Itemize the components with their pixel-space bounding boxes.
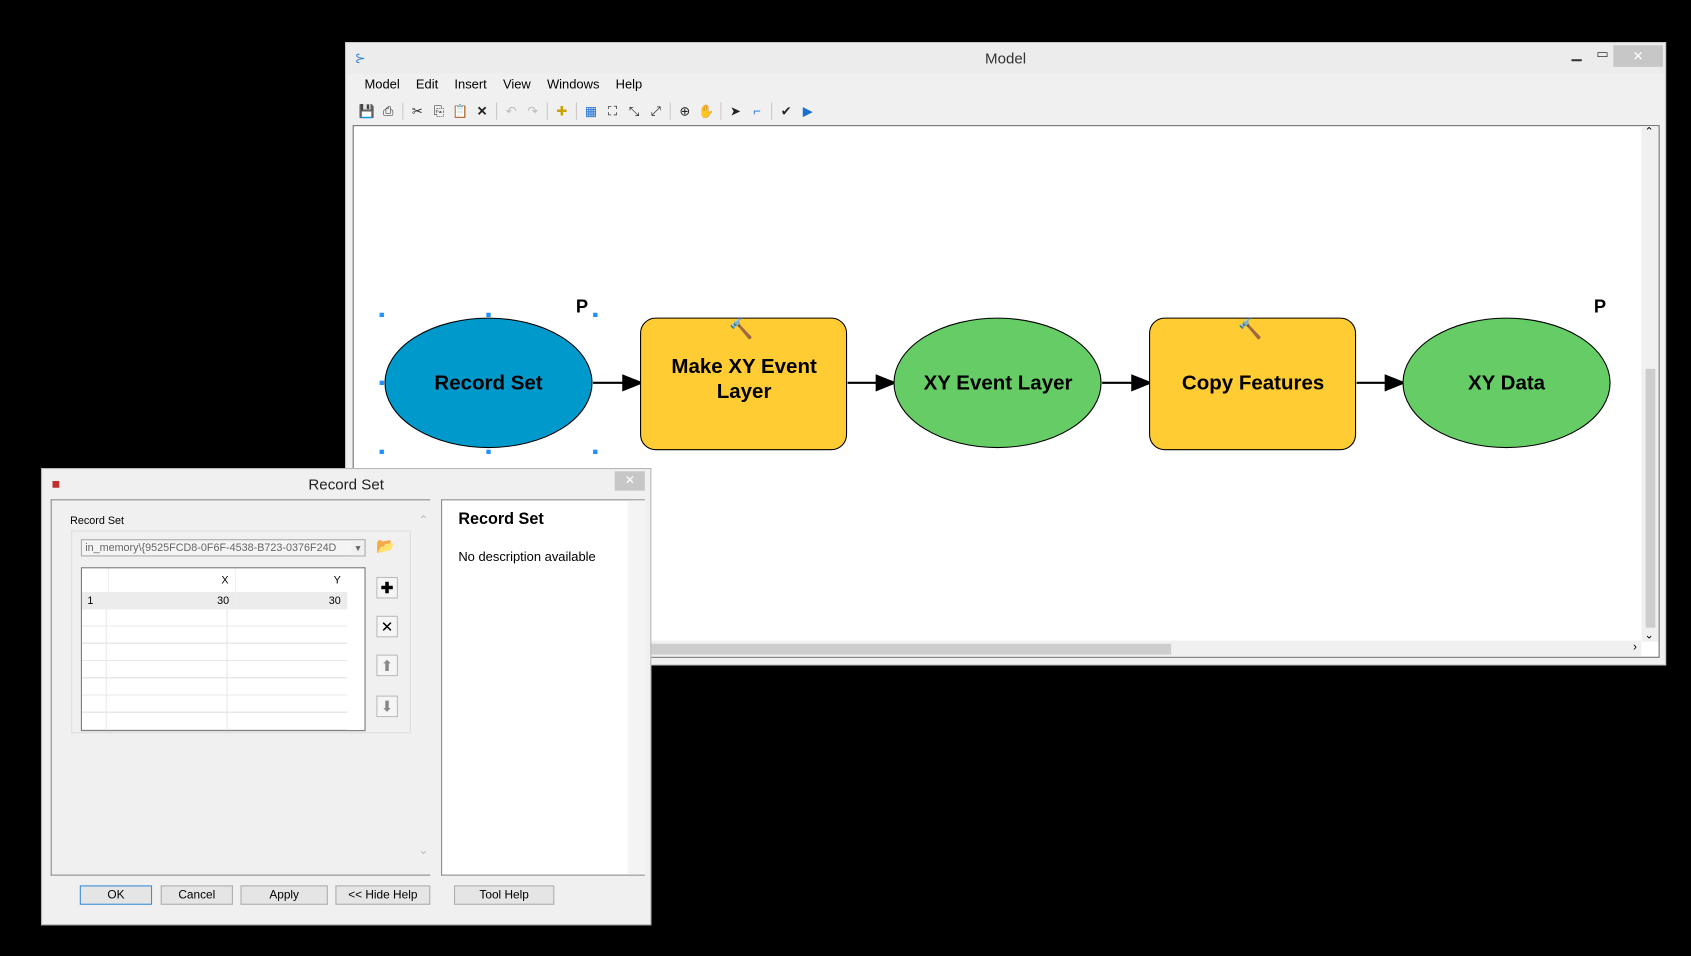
panel-scroll-up[interactable]: ⌃ bbox=[418, 513, 428, 527]
column-header-x[interactable]: X bbox=[107, 568, 236, 593]
delete-row-button[interactable]: ✕ bbox=[376, 615, 398, 638]
scroll-right-arrow[interactable]: › bbox=[1633, 641, 1637, 654]
save-icon[interactable]: 💾 bbox=[357, 101, 376, 120]
separator bbox=[546, 102, 548, 120]
help-text: No description available bbox=[458, 548, 596, 565]
title-bar: ⊱ Model bbox=[346, 43, 1666, 74]
vertical-scrollbar[interactable]: ⌃ ⌄ bbox=[1641, 126, 1659, 642]
parameter-marker: P bbox=[1593, 296, 1607, 318]
separator bbox=[771, 102, 773, 120]
ok-button[interactable]: OK bbox=[79, 885, 153, 905]
paste-icon[interactable]: 📋 bbox=[451, 101, 470, 120]
model-app-icon: ⊱ bbox=[354, 50, 366, 66]
minimize-button[interactable]: ▁ bbox=[1563, 43, 1591, 65]
combo-value: in_memory\{9525FCD8-0F6F-4538-B723-0376F… bbox=[85, 542, 337, 555]
dropdown-arrow-icon[interactable]: ▼ bbox=[351, 540, 365, 556]
separator bbox=[575, 102, 577, 120]
record-set-combobox[interactable]: in_memory\{9525FCD8-0F6F-4538-B723-0376F… bbox=[80, 539, 366, 557]
parameter-marker: P bbox=[575, 296, 589, 318]
menu-view[interactable]: View bbox=[503, 77, 531, 92]
column-header-y[interactable]: Y bbox=[235, 568, 348, 593]
pan-icon[interactable]: ✋ bbox=[697, 101, 716, 120]
parameters-panel: Record Set in_memory\{9525FCD8-0F6F-4538… bbox=[50, 499, 431, 876]
apply-button[interactable]: Apply bbox=[240, 885, 328, 905]
help-scrollbar[interactable] bbox=[627, 500, 645, 875]
menu-windows[interactable]: Windows bbox=[547, 77, 600, 92]
panel-scroll-down[interactable]: ⌄ bbox=[418, 843, 428, 857]
auto-layout-icon[interactable]: ▦ bbox=[581, 101, 600, 120]
cell-y[interactable]: 30 bbox=[236, 592, 348, 609]
toolbar: 💾 ⎙ ✂ ⎘ 📋 ✕ ↶ ↷ ✚ ▦ ⛶ ⤡ ⤢ ⊕ ✋ ➤ ⌐ ✔ ▶ bbox=[357, 100, 817, 122]
connect-icon[interactable]: ⌐ bbox=[747, 101, 766, 120]
undo-icon[interactable]: ↶ bbox=[501, 101, 520, 120]
record-set-dialog: ■ Record Set ✕ Record Set in_memory\{952… bbox=[40, 468, 652, 926]
help-title: Record Set bbox=[458, 510, 544, 529]
menu-edit[interactable]: Edit bbox=[416, 77, 438, 92]
menu-model[interactable]: Model bbox=[364, 77, 399, 92]
column-header bbox=[82, 568, 108, 592]
tool-help-button[interactable]: Tool Help bbox=[454, 885, 555, 905]
dialog-title: Record Set bbox=[308, 475, 384, 493]
table-row[interactable]: 1 30 30 bbox=[81, 592, 348, 610]
run-icon[interactable]: ▶ bbox=[798, 101, 817, 120]
record-table[interactable]: X Y 1 30 30 bbox=[80, 567, 366, 732]
copy-icon[interactable]: ⎘ bbox=[429, 101, 448, 120]
hammer-icon: 🔨 bbox=[728, 318, 754, 340]
toolbox-icon: ■ bbox=[51, 475, 61, 492]
menu-help[interactable]: Help bbox=[616, 77, 643, 92]
cancel-button[interactable]: Cancel bbox=[160, 885, 233, 905]
node-xy-data[interactable]: XY Data bbox=[1403, 350, 1610, 415]
scroll-up-arrow[interactable]: ⌃ bbox=[1645, 126, 1654, 138]
cell-x[interactable]: 30 bbox=[108, 592, 235, 609]
node-make-xy-event-layer[interactable]: Make XY Event Layer bbox=[651, 347, 836, 412]
row-number: 1 bbox=[87, 594, 94, 607]
window-title: Model bbox=[985, 49, 1027, 67]
print-icon[interactable]: ⎙ bbox=[379, 101, 398, 120]
add-row-button[interactable]: ✚ bbox=[376, 576, 398, 599]
separator bbox=[720, 102, 722, 120]
zoom-in-fixed-icon[interactable]: ⤡ bbox=[624, 101, 643, 120]
hide-help-button[interactable]: << Hide Help bbox=[335, 885, 431, 905]
record-set-label: Record Set bbox=[70, 515, 125, 528]
scroll-down-arrow[interactable]: ⌄ bbox=[1645, 630, 1654, 642]
menu-bar: Model Edit Insert View Windows Help bbox=[355, 77, 649, 96]
add-data-icon[interactable]: ✚ bbox=[552, 101, 571, 120]
close-button[interactable]: ✕ bbox=[1613, 45, 1663, 67]
dialog-close-button[interactable]: ✕ bbox=[614, 471, 645, 491]
separator bbox=[496, 102, 498, 120]
move-down-button[interactable]: ⬇ bbox=[376, 695, 398, 718]
delete-icon[interactable]: ✕ bbox=[472, 101, 491, 120]
zoom-in-icon[interactable]: ⊕ bbox=[675, 101, 694, 120]
validate-icon[interactable]: ✔ bbox=[776, 101, 795, 120]
select-icon[interactable]: ➤ bbox=[726, 101, 745, 120]
separator bbox=[669, 102, 671, 120]
full-extent-icon[interactable]: ⛶ bbox=[603, 101, 622, 120]
move-up-button[interactable]: ⬆ bbox=[376, 654, 398, 677]
node-copy-features[interactable]: Copy Features bbox=[1160, 350, 1345, 415]
empty-rows bbox=[81, 609, 348, 731]
cut-icon[interactable]: ✂ bbox=[408, 101, 427, 120]
menu-insert[interactable]: Insert bbox=[454, 77, 486, 92]
separator bbox=[402, 102, 404, 120]
help-panel: Record Set No description available bbox=[441, 499, 645, 876]
zoom-out-fixed-icon[interactable]: ⤢ bbox=[646, 101, 665, 120]
vertical-scroll-thumb[interactable] bbox=[1645, 368, 1656, 628]
dialog-title-bar: ■ Record Set bbox=[42, 469, 650, 499]
redo-icon[interactable]: ↷ bbox=[523, 101, 542, 120]
node-record-set[interactable]: Record Set bbox=[385, 350, 592, 415]
open-folder-icon[interactable]: 📂 bbox=[376, 537, 398, 559]
node-xy-event-layer[interactable]: XY Event Layer bbox=[914, 350, 1081, 415]
record-set-group: in_memory\{9525FCD8-0F6F-4538-B723-0376F… bbox=[71, 530, 411, 734]
hammer-icon: 🔨 bbox=[1238, 318, 1263, 340]
